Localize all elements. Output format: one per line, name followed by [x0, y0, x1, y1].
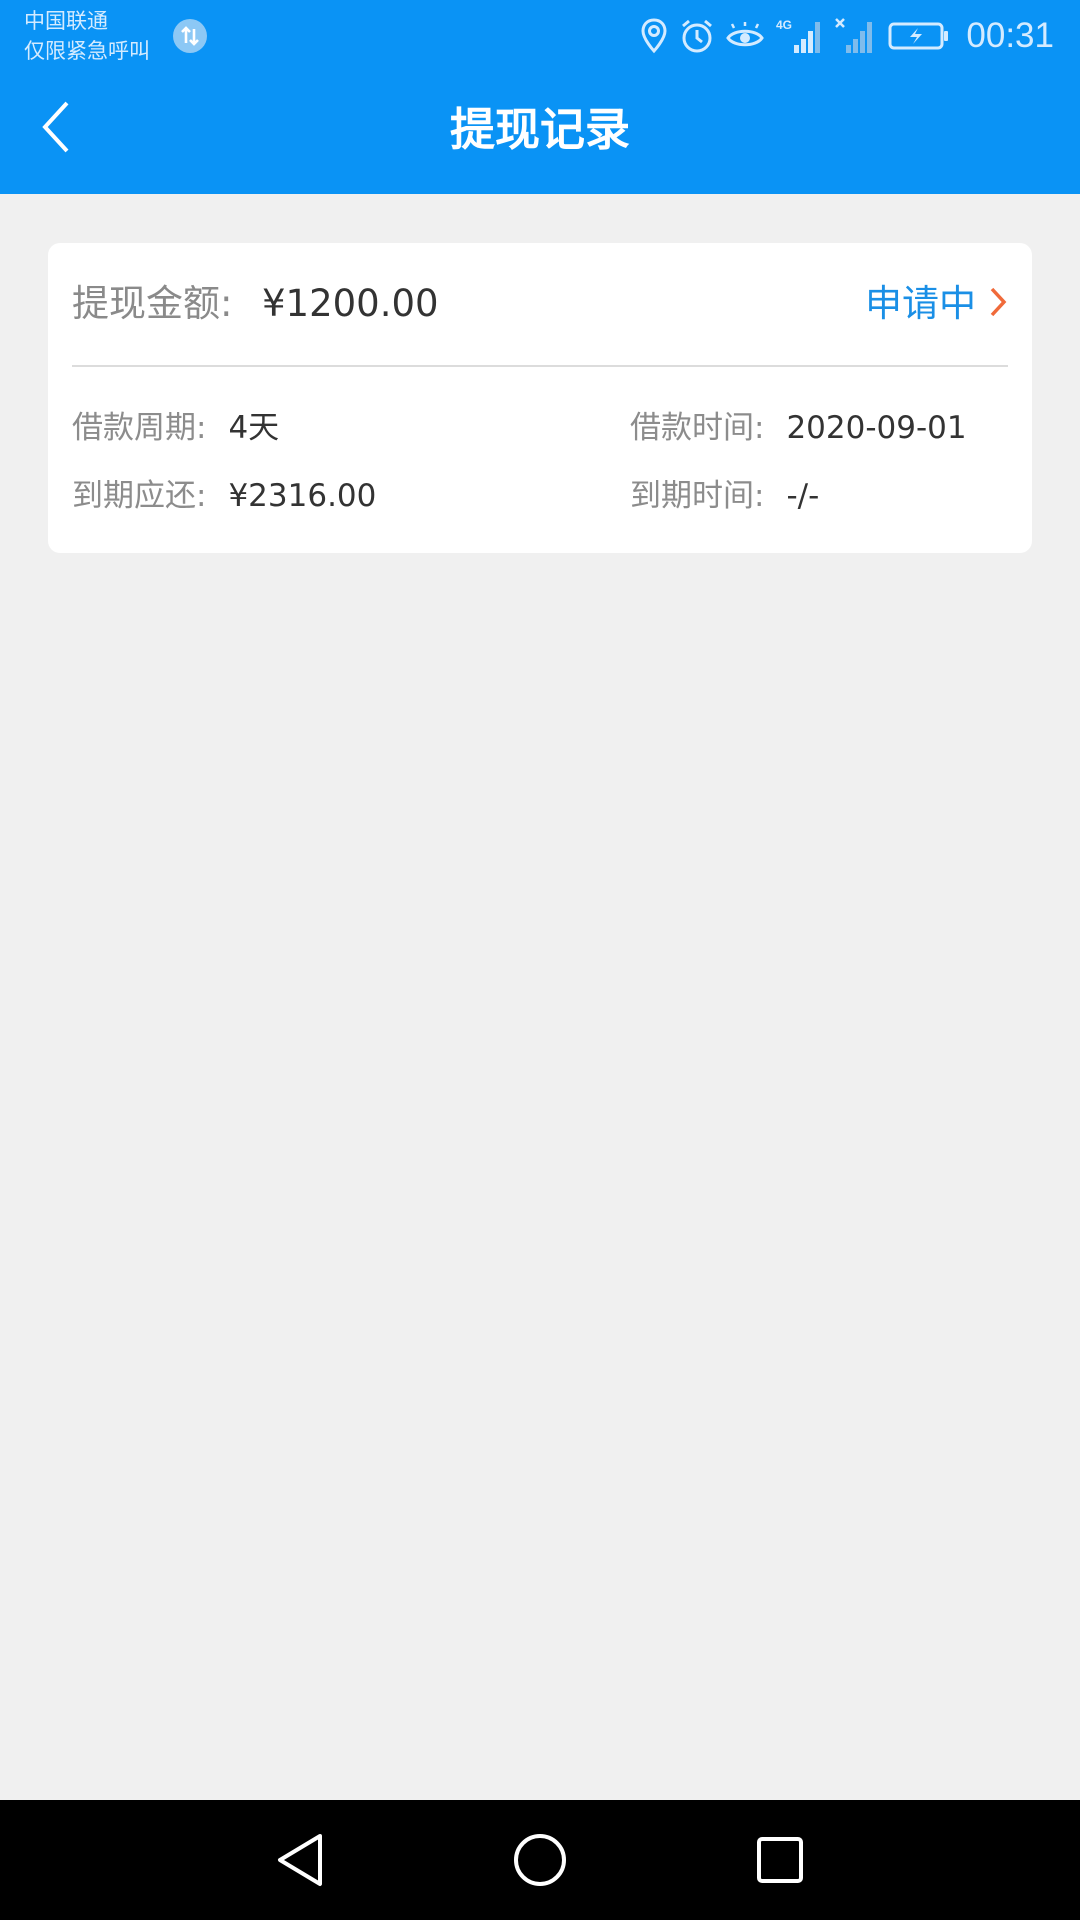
nav-back-icon [274, 1832, 326, 1892]
loan-time-value: 2020-09-01 [786, 410, 967, 446]
status-bar: 中国联通 仅限紧急呼叫 4G 00:31 [0, 0, 1080, 72]
loan-time-row: 借款时间: 2020-09-01 [630, 408, 967, 448]
system-nav-bar [0, 1800, 1080, 1920]
eye-comfort-icon [726, 18, 765, 54]
chevron-right-icon [988, 285, 1008, 323]
nav-recents-button[interactable] [748, 1830, 812, 1894]
signal-4g-icon: 4G [776, 17, 822, 55]
period-value: 4天 [228, 410, 280, 446]
due-amount-row: 到期应还: ¥2316.00 [72, 476, 376, 516]
status-text: 申请中 [865, 282, 976, 325]
page-title: 提现记录 [449, 103, 630, 156]
location-icon [640, 18, 668, 54]
nav-back-button[interactable] [268, 1830, 332, 1894]
battery-charging-icon [888, 20, 950, 52]
record-summary: 提现金额: ¥1200.00 申请中 [72, 243, 1008, 367]
signal-none-icon [834, 17, 876, 55]
due-time-label: 到期时间: [630, 478, 765, 514]
carrier-info: 中国联通 仅限紧急呼叫 [24, 6, 150, 66]
data-transfer-icon [172, 18, 208, 54]
amount-value: ¥1200.00 [262, 282, 439, 325]
due-amount-label: 到期应还: [72, 478, 207, 514]
clock: 00:31 [966, 16, 1054, 55]
alarm-icon [680, 18, 714, 54]
carrier-name: 中国联通 [24, 9, 108, 33]
carrier-status: 仅限紧急呼叫 [24, 39, 150, 63]
period-row: 借款周期: 4天 [72, 408, 279, 448]
status-icons: 4G 00:31 [640, 12, 1054, 60]
nav-home-icon [512, 1832, 568, 1892]
status-link[interactable]: 申请中 [865, 279, 1008, 329]
nav-home-button[interactable] [508, 1830, 572, 1894]
withdrawal-record-card[interactable]: 提现金额: ¥1200.00 申请中 借款周期: 4天 借款时间: 2020-09-… [48, 243, 1032, 553]
svg-text:4G: 4G [776, 18, 792, 32]
amount-label: 提现金额: [72, 282, 233, 325]
due-time-value: -/- [786, 478, 820, 514]
period-label: 借款周期: [72, 410, 207, 446]
loan-time-label: 借款时间: [630, 410, 765, 446]
app-header: 提现记录 [0, 72, 1080, 194]
due-amount-value: ¥2316.00 [228, 478, 377, 514]
due-time-row: 到期时间: -/- [630, 476, 819, 516]
nav-recents-icon [755, 1835, 805, 1889]
